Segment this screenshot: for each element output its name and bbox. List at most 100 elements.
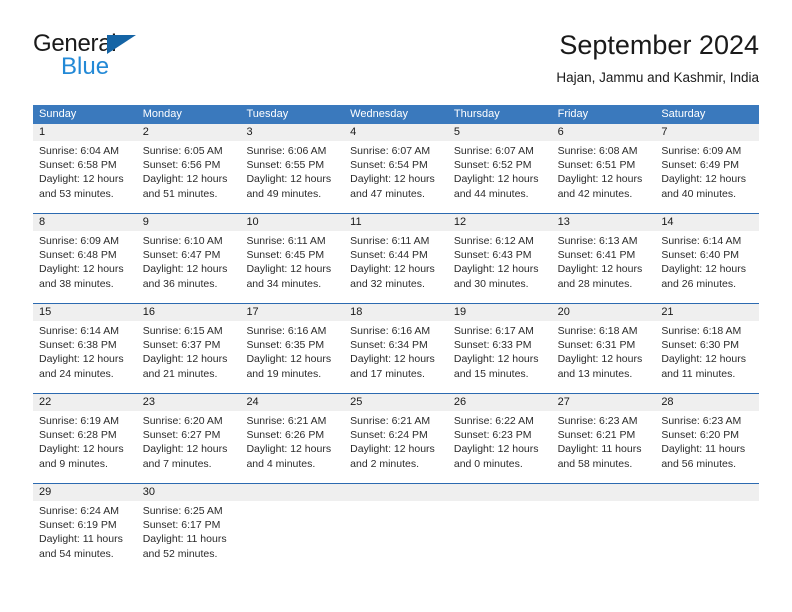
week-date-band: 15 16 17 18 19 20 21 — [33, 304, 759, 321]
sunrise-text: Sunrise: 6:21 AM — [350, 415, 431, 427]
day-cell[interactable]: Sunrise: 6:10 AM Sunset: 6:47 PM Daylight:… — [137, 231, 241, 303]
day-number[interactable]: 27 — [552, 394, 656, 411]
day-cell[interactable]: Sunrise: 6:17 AM Sunset: 6:33 PM Daylight:… — [448, 321, 552, 393]
day-number[interactable]: 21 — [655, 304, 759, 321]
day-number[interactable]: 28 — [655, 394, 759, 411]
sunrise-text: Sunrise: 6:18 AM — [557, 325, 638, 337]
sunrise-text: Sunrise: 6:24 AM — [39, 505, 119, 517]
day-cell[interactable]: Sunrise: 6:24 AM Sunset: 6:19 PM Daylight:… — [33, 501, 137, 573]
day-cell[interactable]: Sunrise: 6:18 AM Sunset: 6:31 PM Daylight:… — [552, 321, 656, 393]
day-number[interactable]: 12 — [448, 214, 552, 231]
daylight-text-cont: and 11 minutes. — [661, 367, 736, 380]
day-number[interactable]: 29 — [33, 484, 137, 501]
sunrise-text: Sunrise: 6:16 AM — [350, 325, 431, 337]
calendar-week-row: 1 2 3 4 5 6 7 Sunrise: 6:04 AM Sunset: 6:58 PM Da… — [33, 124, 759, 213]
sunset-text: Sunset: 6:47 PM — [142, 249, 221, 262]
day-cell[interactable]: Sunrise: 6:07 AM Sunset: 6:54 PM Daylight:… — [344, 141, 448, 213]
sunrise-text: Sunrise: 6:07 AM — [453, 145, 534, 157]
day-cell[interactable]: Sunrise: 6:12 AM Sunset: 6:43 PM Daylight:… — [448, 231, 552, 303]
day-cell[interactable]: Sunrise: 6:07 AM Sunset: 6:52 PM Daylight:… — [448, 141, 552, 213]
daylight-text-cont: and 36 minutes. — [142, 277, 218, 290]
day-number[interactable]: 3 — [240, 124, 344, 141]
day-cell[interactable]: Sunrise: 6:16 AM Sunset: 6:34 PM Daylight:… — [344, 321, 448, 393]
day-number[interactable]: 4 — [344, 124, 448, 141]
weekday-header-wednesday: Wednesday — [350, 108, 409, 120]
day-number[interactable]: 2 — [137, 124, 241, 141]
day-number[interactable]: 1 — [33, 124, 137, 141]
day-cell[interactable]: Sunrise: 6:19 AM Sunset: 6:28 PM Daylight:… — [33, 411, 137, 483]
day-number[interactable]: 17 — [240, 304, 344, 321]
daylight-text: Daylight: 12 hours — [246, 263, 332, 276]
day-cell[interactable]: Sunrise: 6:09 AM Sunset: 6:48 PM Daylight:… — [33, 231, 137, 303]
sunrise-text: Sunrise: 6:12 AM — [453, 235, 534, 247]
day-cell[interactable]: Sunrise: 6:25 AM Sunset: 6:17 PM Daylight:… — [137, 501, 241, 573]
daylight-text: Daylight: 12 hours — [350, 353, 435, 366]
day-cell[interactable]: Sunrise: 6:22 AM Sunset: 6:23 PM Daylight:… — [448, 411, 552, 483]
daylight-text-cont: and 49 minutes. — [246, 187, 322, 200]
day-number[interactable]: 24 — [240, 394, 344, 411]
sunset-text: Sunset: 6:23 PM — [453, 429, 532, 442]
day-number[interactable]: 18 — [344, 304, 448, 321]
day-number[interactable]: 22 — [33, 394, 137, 411]
day-number[interactable]: 19 — [448, 304, 552, 321]
day-cell[interactable]: Sunrise: 6:14 AM Sunset: 6:38 PM Daylight:… — [33, 321, 137, 393]
day-number[interactable]: 14 — [655, 214, 759, 231]
week-body: Sunrise: 6:24 AM Sunset: 6:19 PM Daylight:… — [33, 501, 759, 573]
day-cell[interactable]: Sunrise: 6:14 AM Sunset: 6:40 PM Daylight:… — [655, 231, 759, 303]
daylight-text-cont: and 51 minutes. — [142, 187, 218, 200]
day-cell[interactable]: Sunrise: 6:09 AM Sunset: 6:49 PM Daylight:… — [655, 141, 759, 213]
day-number[interactable]: 6 — [552, 124, 656, 141]
sunset-text: Sunset: 6:52 PM — [453, 159, 532, 172]
sunrise-text: Sunrise: 6:06 AM — [246, 145, 327, 157]
day-number[interactable]: 9 — [137, 214, 241, 231]
day-cell[interactable]: Sunrise: 6:04 AM Sunset: 6:58 PM Daylight:… — [33, 141, 137, 213]
day-number[interactable]: 25 — [344, 394, 448, 411]
daylight-text: Daylight: 12 hours — [350, 443, 435, 456]
day-cell[interactable]: Sunrise: 6:18 AM Sunset: 6:30 PM Daylight:… — [655, 321, 759, 393]
weekday-header-thursday: Thursday — [453, 108, 500, 120]
daylight-text: Daylight: 12 hours — [557, 173, 643, 186]
day-number[interactable]: 23 — [137, 394, 241, 411]
sunset-text: Sunset: 6:31 PM — [557, 339, 636, 352]
daylight-text: Daylight: 12 hours — [350, 173, 435, 186]
day-number[interactable]: 26 — [448, 394, 552, 411]
day-number[interactable]: 5 — [448, 124, 552, 141]
day-number[interactable]: 15 — [33, 304, 137, 321]
day-number[interactable]: 7 — [655, 124, 759, 141]
daylight-text: Daylight: 12 hours — [142, 443, 228, 456]
day-number[interactable]: 16 — [137, 304, 241, 321]
day-number[interactable]: 20 — [552, 304, 656, 321]
generalblue-logo[interactable]: General Blue — [33, 30, 253, 88]
sunset-text: Sunset: 6:56 PM — [142, 159, 221, 172]
day-cell[interactable]: Sunrise: 6:23 AM Sunset: 6:20 PM Daylight:… — [655, 411, 759, 483]
calendar-grid: Sunday Monday Tuesday Wednesday Thursday Frid… — [33, 105, 759, 573]
day-cell[interactable]: Sunrise: 6:13 AM Sunset: 6:41 PM Daylight:… — [552, 231, 656, 303]
daylight-text-cont: and 24 minutes. — [39, 367, 114, 380]
daylight-text: Daylight: 12 hours — [39, 353, 124, 366]
day-cell[interactable]: Sunrise: 6:21 AM Sunset: 6:24 PM Daylight:… — [344, 411, 448, 483]
day-cell[interactable]: Sunrise: 6:15 AM Sunset: 6:37 PM Daylight:… — [137, 321, 241, 393]
sunset-text: Sunset: 6:24 PM — [350, 429, 428, 442]
daylight-text: Daylight: 11 hours — [142, 533, 227, 546]
day-cell[interactable]: Sunrise: 6:05 AM Sunset: 6:56 PM Daylight:… — [137, 141, 241, 213]
day-cell[interactable]: Sunrise: 6:21 AM Sunset: 6:26 PM Daylight:… — [240, 411, 344, 483]
day-cell[interactable]: Sunrise: 6:16 AM Sunset: 6:35 PM Daylight:… — [240, 321, 344, 393]
day-cell[interactable]: Sunrise: 6:08 AM Sunset: 6:51 PM Daylight:… — [552, 141, 656, 213]
day-number[interactable]: 11 — [344, 214, 448, 231]
day-number[interactable]: 10 — [240, 214, 344, 231]
day-cell[interactable]: Sunrise: 6:11 AM Sunset: 6:45 PM Daylight:… — [240, 231, 344, 303]
day-cell[interactable]: Sunrise: 6:23 AM Sunset: 6:21 PM Daylight:… — [552, 411, 656, 483]
day-cell[interactable]: Sunrise: 6:20 AM Sunset: 6:27 PM Daylight:… — [137, 411, 241, 483]
sunrise-text: Sunrise: 6:18 AM — [661, 325, 742, 337]
day-cell[interactable]: Sunrise: 6:06 AM Sunset: 6:55 PM Daylight:… — [240, 141, 344, 213]
day-number[interactable]: 8 — [33, 214, 137, 231]
day-number[interactable]: 13 — [552, 214, 656, 231]
daylight-text: Daylight: 12 hours — [661, 353, 746, 366]
daylight-text-cont: and 32 minutes. — [350, 277, 425, 290]
sunset-text: Sunset: 6:41 PM — [557, 249, 636, 262]
day-cell[interactable]: Sunrise: 6:11 AM Sunset: 6:44 PM Daylight:… — [344, 231, 448, 303]
sunrise-text: Sunrise: 6:19 AM — [39, 415, 119, 427]
daylight-text-cont: and 58 minutes. — [557, 457, 633, 470]
day-number[interactable]: 30 — [137, 484, 241, 501]
sunrise-text: Sunrise: 6:05 AM — [142, 145, 223, 157]
